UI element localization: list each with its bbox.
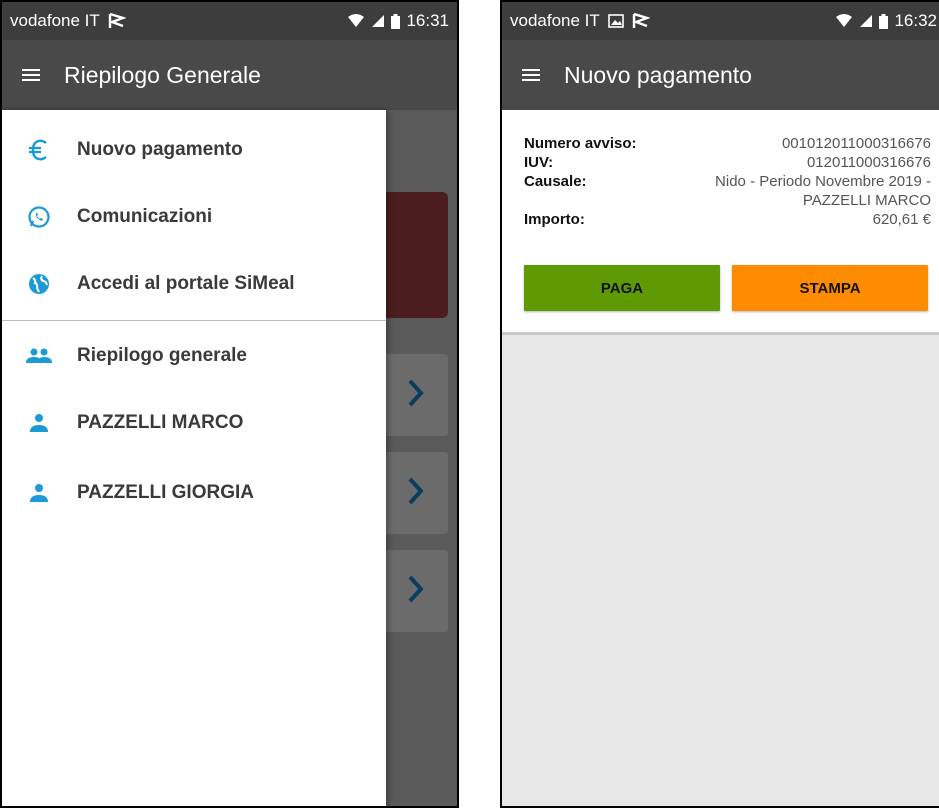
numero-avviso-row: Numero avviso: 001012011000316676 — [524, 134, 931, 153]
paga-button[interactable]: PAGA — [524, 265, 720, 311]
carrier-label: vodafone IT — [510, 11, 600, 30]
page-title: Nuovo pagamento — [564, 61, 752, 88]
menu-item-label: Riepilogo generale — [77, 345, 247, 366]
page-title: Riepilogo Generale — [64, 61, 261, 88]
globe-icon — [25, 270, 53, 298]
numero-avviso-value: 001012011000316676 — [781, 135, 931, 152]
iuv-label: IUV: — [524, 154, 554, 171]
menu-item-portale-simeal[interactable]: Accedi al portale SiMeal — [2, 260, 386, 308]
payment-card: Numero avviso: 001012011000316676 IUV: 0… — [502, 110, 939, 335]
wifi-icon — [835, 14, 853, 28]
menu-item-label: PAZZELLI GIORGIA — [77, 482, 254, 503]
menu-item-label: Comunicazioni — [77, 206, 213, 227]
people-icon — [25, 342, 53, 370]
phone-screen-left: vodafone IT 16:31 Riepilogo Generale Nuo… — [0, 0, 459, 808]
menu-item-label: Accedi al portale SiMeal — [77, 273, 295, 294]
battery-icon — [391, 13, 401, 29]
phone-screen-right: vodafone IT 16:32 Nuovo pagamento Numero… — [500, 0, 939, 808]
clock-time: 16:32 — [894, 11, 937, 30]
battery-icon — [879, 13, 889, 29]
chevron-right-icon — [408, 575, 424, 608]
image-notification-icon — [607, 14, 624, 28]
chevron-right-icon — [408, 477, 424, 510]
whatsapp-icon — [25, 203, 53, 231]
person-icon — [25, 409, 53, 437]
navigation-drawer: Nuovo pagamento Comunicazioni Accedi al … — [2, 110, 386, 806]
menu-item-riepilogo-generale[interactable]: Riepilogo generale — [2, 332, 386, 380]
chevron-right-icon — [408, 379, 424, 412]
causale-line-2: PAZZELLI MARCO — [802, 192, 931, 209]
empty-content-area — [502, 335, 939, 806]
flag-icon — [108, 13, 126, 29]
menu-item-pazzelli-giorgia[interactable]: PAZZELLI GIORGIA — [2, 469, 386, 517]
importo-value: 620,61 € — [872, 211, 931, 228]
status-bar: vodafone IT 16:31 — [2, 2, 457, 40]
causale-row: Causale: Nido - Periodo Novembre 2019 - … — [524, 172, 931, 210]
app-bar: Riepilogo Generale — [2, 40, 457, 110]
euro-icon — [25, 136, 53, 164]
wifi-icon — [347, 14, 365, 28]
causale-line-1: Nido - Periodo Novembre 2019 - — [715, 173, 931, 190]
menu-item-comunicazioni[interactable]: Comunicazioni — [2, 193, 386, 241]
clock-time: 16:31 — [406, 11, 449, 30]
app-bar: Nuovo pagamento — [502, 40, 939, 110]
numero-avviso-label: Numero avviso: — [524, 135, 637, 152]
importo-row: Importo: 620,61 € — [524, 210, 931, 229]
menu-item-label: Nuovo pagamento — [77, 139, 243, 160]
divider — [2, 320, 386, 321]
flag-icon — [632, 13, 650, 29]
iuv-row: IUV: 012011000316676 — [524, 153, 931, 172]
causale-value: Nido - Periodo Novembre 2019 - PAZZELLI … — [715, 172, 931, 210]
carrier-label: vodafone IT — [10, 11, 100, 30]
status-bar: vodafone IT 16:32 — [502, 2, 939, 40]
causale-label: Causale: — [524, 173, 587, 190]
signal-icon — [859, 14, 873, 28]
menu-item-label: PAZZELLI MARCO — [77, 412, 244, 433]
hamburger-menu-icon[interactable] — [22, 66, 40, 84]
hamburger-menu-icon[interactable] — [522, 66, 540, 84]
person-icon — [25, 479, 53, 507]
importo-label: Importo: — [524, 211, 585, 228]
signal-icon — [371, 14, 385, 28]
iuv-value: 012011000316676 — [806, 154, 931, 171]
menu-item-pazzelli-marco[interactable]: PAZZELLI MARCO — [2, 399, 386, 447]
stampa-button[interactable]: STAMPA — [732, 265, 928, 311]
menu-item-nuovo-pagamento[interactable]: Nuovo pagamento — [2, 126, 386, 174]
